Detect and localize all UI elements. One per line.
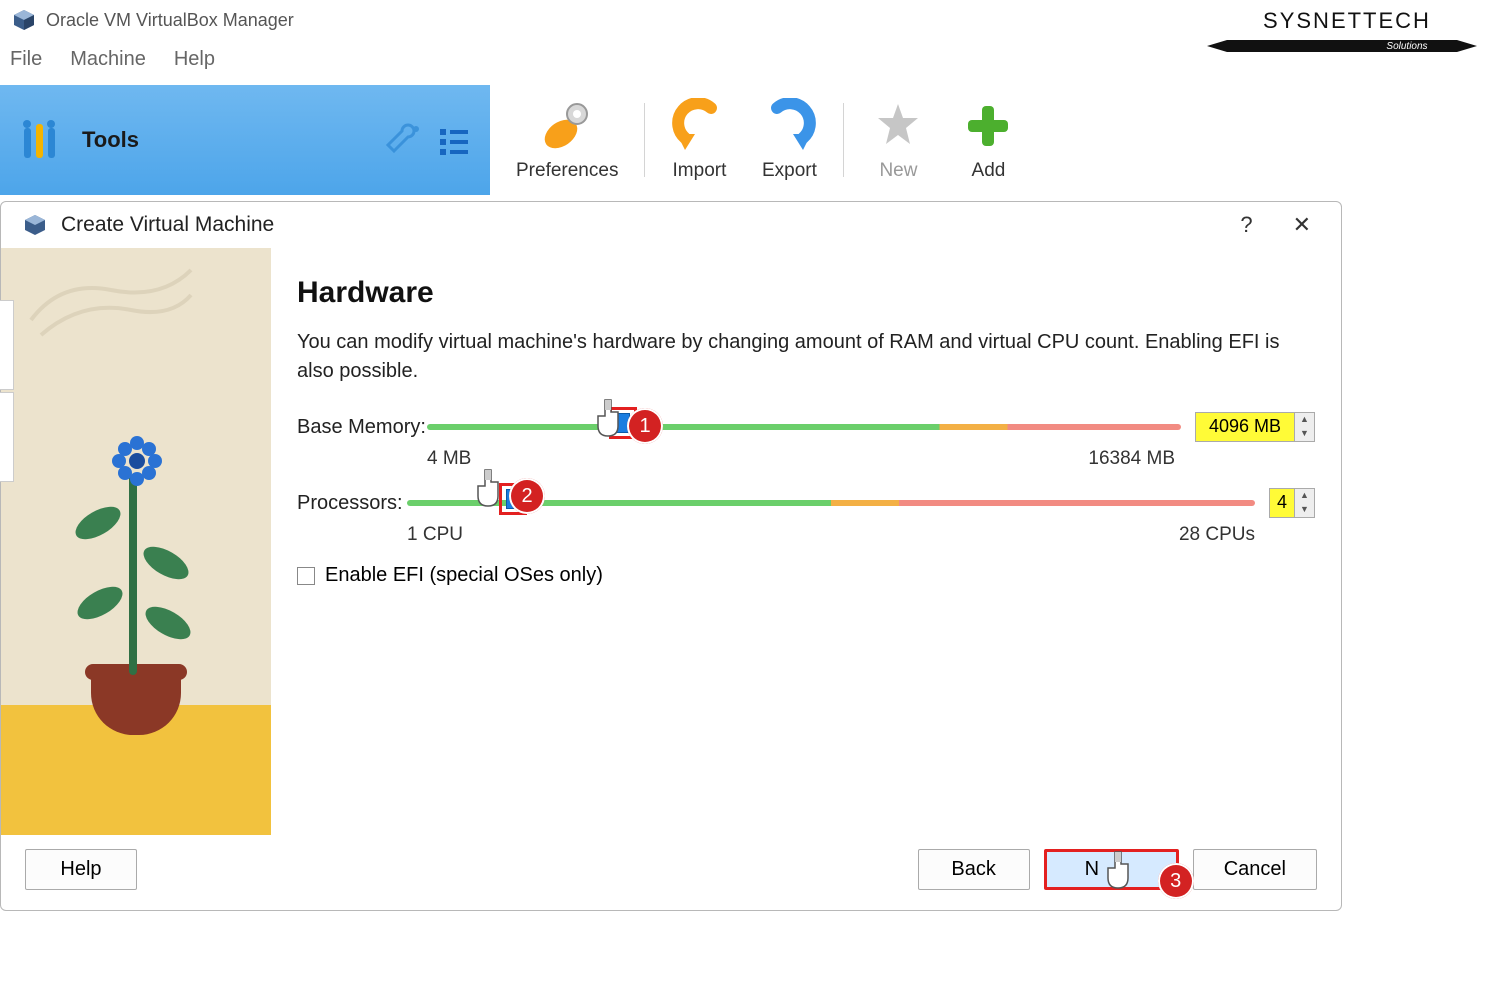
spin-down-icon[interactable]: ▼ [1295,503,1314,517]
wrench-icon[interactable] [386,121,424,159]
efi-checkbox-row[interactable]: Enable EFI (special OSes only) [297,564,1315,587]
efi-label: Enable EFI (special OSes only) [325,564,603,587]
cursor-icon [1101,848,1135,890]
tools-icon [18,116,66,164]
toolbar-actions: Preferences Import Export New Add [490,85,1497,195]
virtualbox-icon [23,213,47,237]
menu-machine[interactable]: Machine [70,48,146,71]
memory-value: 4096 MB [1196,413,1294,441]
cancel-button[interactable]: Cancel [1193,849,1317,890]
dialog-titlebar: Create Virtual Machine ? ✕ [1,202,1341,248]
svg-text:SYSNETTECH: SYSNETTECH [1263,8,1431,33]
next-button[interactable]: Next N 3 [1044,849,1179,890]
efi-checkbox[interactable] [297,567,315,585]
add-icon [960,98,1016,154]
annotation-badge-1: 1 [627,408,663,444]
list-icon[interactable] [434,121,472,159]
virtualbox-icon [12,8,36,32]
help-button[interactable]: Help [25,849,137,890]
menu-help[interactable]: Help [174,48,215,71]
dialog-description: You can modify virtual machine's hardwar… [297,328,1315,386]
dialog-footer: Help Back Next N 3 Cancel [1,835,1341,910]
toolbar-row: Tools Preferences Import Export [0,85,1497,195]
memory-max-label: 16384 MB [1088,448,1175,470]
dialog-heading: Hardware [297,276,1315,310]
annotation-badge-3: 3 [1158,863,1194,899]
preferences-icon [539,98,595,154]
toolbar-add[interactable]: Add [952,98,1024,182]
new-icon [870,98,926,154]
annotation-badge-2: 2 [509,478,545,514]
spin-down-icon[interactable]: ▼ [1295,427,1314,441]
processor-label: Processors: [297,492,407,515]
processor-min-label: 1 CPU [407,524,463,546]
dialog-title: Create Virtual Machine [61,213,274,237]
window-title: Oracle VM VirtualBox Manager [46,10,294,31]
tools-label: Tools [82,127,139,153]
dialog-help-icon[interactable]: ? [1222,212,1270,238]
toolbar-separator-2 [843,103,844,177]
svg-text:Solutions: Solutions [1386,41,1427,52]
import-icon [671,98,727,154]
processor-max-label: 28 CPUs [1179,524,1255,546]
dialog-illustration [1,248,271,835]
processor-value: 4 [1270,489,1294,517]
edge-stub [0,300,14,390]
processor-spinbox[interactable]: 4 ▲▼ [1269,488,1315,518]
create-vm-dialog: Create Virtual Machine ? ✕ Hardware You … [0,201,1342,911]
memory-label: Base Memory: [297,416,427,439]
dialog-content: Hardware You can modify virtual machine'… [271,248,1341,835]
memory-min-label: 4 MB [427,448,471,470]
toolbar-import[interactable]: Import [663,98,735,182]
memory-slider[interactable] [427,415,1181,439]
back-button[interactable]: Back [918,849,1030,890]
toolbar-separator [644,103,645,177]
export-icon [761,98,817,154]
edge-stub [0,392,14,482]
spin-up-icon[interactable]: ▲ [1295,489,1314,503]
memory-spinbox[interactable]: 4096 MB ▲▼ [1195,412,1315,442]
spin-up-icon[interactable]: ▲ [1295,413,1314,427]
watermark: SYSNETTECH Solutions [1207,6,1487,63]
dialog-close-icon[interactable]: ✕ [1285,212,1319,238]
toolbar-preferences[interactable]: Preferences [508,98,626,182]
tools-tab[interactable]: Tools [0,85,490,195]
menu-file[interactable]: File [10,48,42,71]
toolbar-export[interactable]: Export [753,98,825,182]
toolbar-new: New [862,98,934,182]
